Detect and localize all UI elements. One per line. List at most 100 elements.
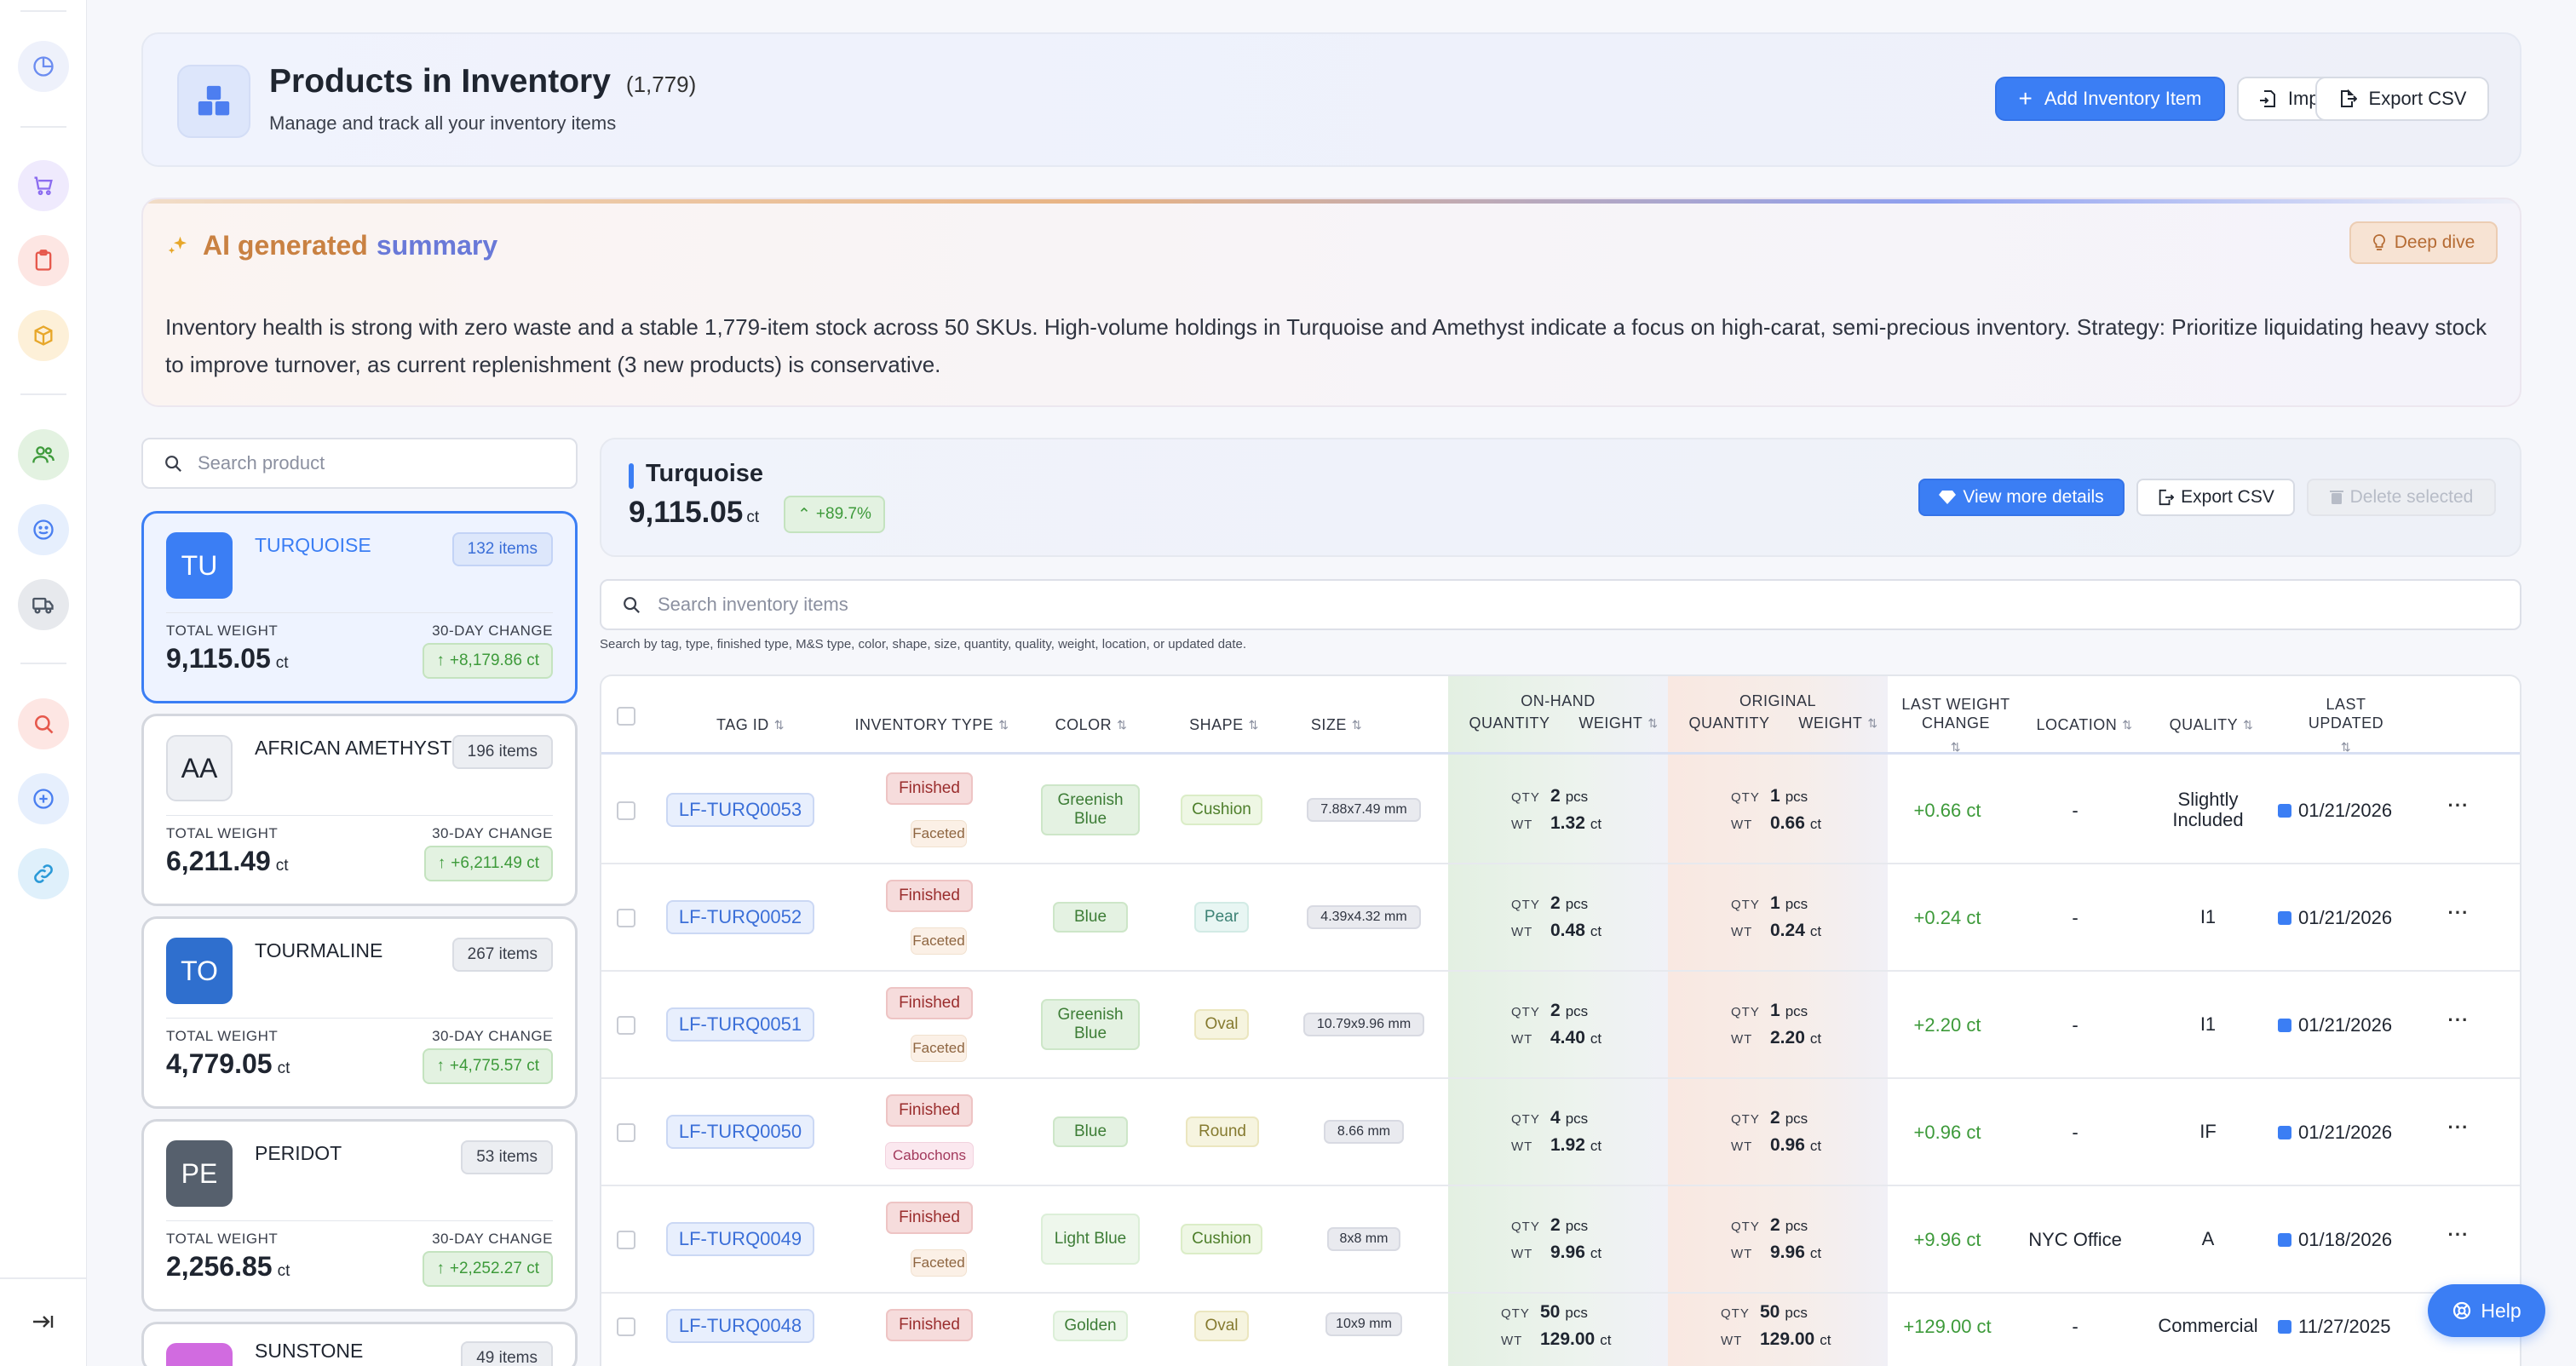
sidebar-collapse-button[interactable] <box>26 1306 60 1337</box>
row-checkbox[interactable] <box>617 1016 635 1035</box>
sidebar-integrations[interactable] <box>18 848 69 899</box>
product-name: TOURMALINE <box>255 939 383 961</box>
detail-export-csv-button[interactable]: Export CSV <box>2136 479 2295 516</box>
row-more-button[interactable]: ··· <box>2441 795 2475 817</box>
qty-value: 2 <box>1770 1108 1780 1128</box>
view-more-label: View more details <box>1963 487 2104 507</box>
last-updated: 01/21/2026 <box>2278 1122 2406 1144</box>
qty-key: QTY <box>1511 1005 1540 1019</box>
table-row[interactable]: LF-TURQ0049 Finished Faceted Light Blue … <box>601 1186 2520 1294</box>
last-updated: 11/27/2025 <box>2278 1316 2406 1338</box>
tag-id-link[interactable]: LF-TURQ0048 <box>666 1309 814 1343</box>
qty-key: QTY <box>1731 1220 1760 1234</box>
th-color[interactable]: COLOR ⇅ <box>1044 715 1138 734</box>
table-row[interactable]: LF-TURQ0053 Finished Faceted Greenish Bl… <box>601 757 2520 864</box>
th-last-weight-change[interactable]: LAST WEIGHT CHANGE ⇅ <box>1896 695 2015 756</box>
row-checkbox[interactable] <box>617 909 635 927</box>
quality: Commercial <box>2158 1315 2258 1336</box>
product-card-peridot[interactable]: PE PERIDOT 53 items TOTAL WEIGHT 30-DAY … <box>141 1119 578 1311</box>
th-location[interactable]: LOCATION ⇅ <box>2029 715 2140 734</box>
product-card-turquoise[interactable]: TU TURQUOISE 132 items TOTAL WEIGHT 30-D… <box>141 511 578 703</box>
row-checkbox[interactable] <box>617 1123 635 1142</box>
item-count: (1,779) <box>625 72 697 97</box>
tag-id-link[interactable]: LF-TURQ0049 <box>666 1222 814 1256</box>
row-checkbox[interactable] <box>617 801 635 820</box>
sidebar-invoices[interactable] <box>18 235 69 286</box>
items-badge: 132 items <box>451 532 553 566</box>
row-checkbox[interactable] <box>617 1231 635 1249</box>
calendar-icon <box>2278 1126 2291 1139</box>
qty-unit: pcs <box>1785 896 1808 912</box>
tag-id-link[interactable]: LF-TURQ0053 <box>666 793 814 827</box>
color-badge: Light Blue <box>1041 1214 1140 1265</box>
sidebar-inventory[interactable] <box>18 310 69 361</box>
sidebar-divider <box>20 663 66 664</box>
product-card-sunstone[interactable]: SU SUNSTONE 49 items <box>141 1322 578 1366</box>
delete-selected-button[interactable]: Delete selected <box>2307 479 2496 516</box>
sidebar-clients[interactable] <box>18 504 69 555</box>
change-label: 30-DAY CHANGE <box>432 825 553 841</box>
sidebar-shipping[interactable] <box>18 579 69 630</box>
th-quality[interactable]: QUALITY ⇅ <box>2160 715 2263 734</box>
row-checkbox[interactable] <box>617 1317 635 1336</box>
calendar-icon <box>2278 1019 2291 1032</box>
ai-summary-accent-bar <box>143 199 2520 204</box>
tag-id-link[interactable]: LF-TURQ0051 <box>666 1007 814 1042</box>
location: - <box>2072 1122 2079 1143</box>
th-inventory-type[interactable]: INVENTORY TYPE ⇅ <box>847 715 1017 734</box>
row-more-button[interactable]: ··· <box>2441 902 2475 924</box>
table-row[interactable]: LF-TURQ0051 Finished Faceted Greenish Bl… <box>601 972 2520 1079</box>
sidebar-dashboard[interactable] <box>18 41 69 92</box>
location: - <box>2072 1014 2079 1036</box>
qty-unit: pcs <box>1785 789 1808 805</box>
sort-icon: ⇅ <box>1117 718 1128 732</box>
total-weight-value: 6,211.49 <box>166 846 271 876</box>
row-more-button[interactable]: ··· <box>2441 1224 2475 1246</box>
th-original-weight[interactable]: WEIGHT ⇅ <box>1791 714 1886 732</box>
table-row[interactable]: LF-TURQ0050 Finished Cabochons Blue Roun… <box>601 1079 2520 1186</box>
view-more-details-button[interactable]: View more details <box>1918 479 2125 516</box>
card-divider <box>166 612 553 613</box>
row-more-button[interactable]: ··· <box>2441 1116 2475 1139</box>
wt-unit: ct <box>1809 1138 1822 1154</box>
onhand-qty: QTY 2 pcs <box>1511 893 1588 914</box>
sidebar-customers[interactable] <box>18 429 69 480</box>
th-shape[interactable]: SHAPE ⇅ <box>1177 715 1271 734</box>
wt-unit: ct <box>1590 816 1602 832</box>
wt-value: 1.92 <box>1550 1135 1585 1155</box>
inventory-search-input[interactable]: Search inventory items <box>600 579 2521 630</box>
th-last-updated[interactable]: LAST UPDATED ⇅ <box>2298 695 2394 756</box>
change-badge: ↑ +2,252.27 ct <box>423 1251 553 1287</box>
sidebar-orders[interactable] <box>18 160 69 211</box>
row-more-button[interactable]: ··· <box>2441 1009 2475 1031</box>
th-onhand-quantity[interactable]: QUANTITY <box>1455 714 1564 732</box>
qty-unit: pcs <box>1785 1218 1808 1234</box>
th-onhand-group: ON-HAND <box>1521 692 1596 709</box>
wt-value: 9.96 <box>1770 1243 1805 1262</box>
quality: I1 <box>2199 906 2217 927</box>
tag-id-link[interactable]: LF-TURQ0050 <box>666 1115 814 1149</box>
export-csv-button[interactable]: Export CSV <box>2315 77 2489 121</box>
onhand-qty: QTY 4 pcs <box>1511 1108 1588 1128</box>
product-search-input[interactable]: Search product <box>141 438 578 489</box>
add-inventory-item-button[interactable]: + Add Inventory Item <box>1995 77 2225 121</box>
finish-type-badge: Faceted <box>911 1035 967 1062</box>
th-size[interactable]: SIZE ⇅ <box>1290 715 1383 734</box>
wt-key: WT <box>1511 818 1533 832</box>
arrow-up-icon: ↑ <box>436 1260 445 1277</box>
truck-icon <box>32 597 54 614</box>
th-original-quantity[interactable]: QUANTITY <box>1675 714 1784 732</box>
tag-id-link[interactable]: LF-TURQ0052 <box>666 900 814 934</box>
sidebar-add[interactable] <box>18 773 69 824</box>
deep-dive-button[interactable]: Deep dive <box>2349 221 2498 264</box>
th-tag-id[interactable]: TAG ID ⇅ <box>695 715 806 734</box>
qty-value: 1 <box>1770 1001 1780 1020</box>
table-row[interactable]: LF-TURQ0052 Finished Faceted Blue Pear 4… <box>601 864 2520 972</box>
product-card-tourmaline[interactable]: TO TOURMALINE 267 items TOTAL WEIGHT 30-… <box>141 916 578 1109</box>
th-onhand-weight[interactable]: WEIGHT ⇅ <box>1571 714 1666 732</box>
table-row[interactable]: LF-TURQ0048 Finished Golden Oval 10x9 mm… <box>601 1294 2520 1366</box>
product-card-african-amethyst[interactable]: AA AFRICAN AMETHYST 196 items TOTAL WEIG… <box>141 714 578 906</box>
select-all-checkbox[interactable] <box>617 707 635 726</box>
help-button[interactable]: Help <box>2428 1284 2545 1337</box>
sidebar-search[interactable] <box>18 698 69 749</box>
